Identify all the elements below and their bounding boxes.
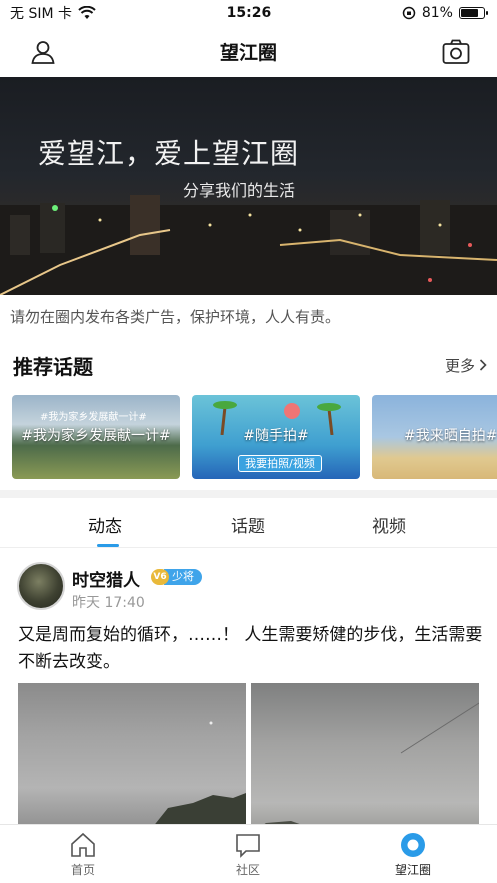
tab-shipin[interactable]: 视频 bbox=[372, 512, 406, 537]
orientation-lock-icon bbox=[402, 6, 416, 20]
status-bar: 无 SIM 卡 15:26 81% bbox=[0, 0, 497, 26]
circle-icon bbox=[401, 833, 425, 857]
post-photo[interactable] bbox=[251, 683, 479, 833]
nav-bar: 望江圈 bbox=[0, 26, 497, 76]
tabbar-label: 首页 bbox=[70, 863, 95, 877]
topics-title: 推荐话题 bbox=[13, 354, 93, 379]
status-left: 无 SIM 卡 bbox=[10, 3, 96, 23]
tabbar-label: 社区 bbox=[235, 863, 260, 877]
topic-card[interactable]: #随手拍# 我要拍照/视频 bbox=[192, 395, 360, 479]
tabbar-item-home[interactable]: 首页 bbox=[48, 831, 118, 878]
level-badge: V6 bbox=[151, 569, 169, 585]
tab-huati[interactable]: 话题 bbox=[231, 512, 265, 537]
feed-tabs: 动态 话题 视频 bbox=[0, 500, 497, 548]
carrier-label: 无 SIM 卡 bbox=[10, 6, 72, 22]
avatar[interactable] bbox=[17, 562, 65, 610]
home-icon bbox=[71, 832, 95, 857]
rank-badge: 少将 bbox=[164, 569, 202, 585]
bottom-tab-bar: 首页 社区 望江圈 bbox=[0, 824, 497, 883]
banner-subtitle: 分享我们的生活 bbox=[183, 181, 296, 200]
topic-label: #我为家乡发展献一计# bbox=[21, 428, 171, 444]
wifi-icon bbox=[78, 6, 96, 19]
chat-icon bbox=[236, 834, 260, 858]
section-divider bbox=[0, 490, 497, 498]
topics-header: 推荐话题 更多 bbox=[13, 350, 487, 380]
banner[interactable]: 爱望江，爱上望江圈 分享我们的生活 bbox=[0, 77, 497, 295]
more-link[interactable]: 更多 bbox=[445, 355, 487, 376]
tabbar-label: 望江圈 bbox=[394, 863, 431, 877]
post-card[interactable]: 时空猎人 少将 V6 昨天 17:40 又是周而复始的循环，……！ 人生需要矫健… bbox=[0, 550, 497, 833]
tabbar-item-circle[interactable]: 望江圈 bbox=[378, 831, 448, 878]
topic-tag: #我为家乡发展献一计# bbox=[40, 412, 147, 423]
topic-card[interactable]: #我来晒自拍# bbox=[372, 395, 497, 479]
user-icon[interactable] bbox=[30, 39, 56, 65]
topic-card[interactable]: #我为家乡发展献一计# #我为家乡发展献一计# bbox=[12, 395, 180, 479]
battery-percent: 81% bbox=[421, 5, 453, 21]
tab-dongtai[interactable]: 动态 bbox=[88, 512, 122, 537]
topics-carousel[interactable]: #我为家乡发展献一计# #我为家乡发展献一计# #随手拍# 我要拍照/视频 #我… bbox=[12, 395, 497, 479]
post-text: 又是周而复始的循环，……！ 人生需要矫健的步伐，生活需要不断去改变。 bbox=[18, 625, 483, 672]
topic-badge: 我要拍照/视频 bbox=[238, 455, 322, 472]
topic-label: #我来晒自拍# bbox=[404, 428, 497, 444]
photo-scene bbox=[251, 702, 479, 833]
status-time: 15:26 bbox=[226, 5, 272, 21]
page-title: 望江圈 bbox=[219, 41, 277, 64]
topic-label: #随手拍# bbox=[243, 428, 309, 444]
battery-icon bbox=[458, 7, 488, 19]
city-skyline-image bbox=[0, 195, 497, 295]
chevron-right-icon bbox=[479, 359, 487, 371]
camera-icon[interactable] bbox=[442, 39, 470, 65]
more-label: 更多 bbox=[444, 356, 475, 375]
tabbar-item-community[interactable]: 社区 bbox=[213, 831, 283, 878]
banner-title: 爱望江，爱上望江圈 bbox=[38, 137, 300, 170]
status-right: 81% bbox=[402, 5, 488, 21]
photo-scene bbox=[148, 721, 246, 833]
post-photo[interactable] bbox=[18, 683, 246, 833]
active-tab-indicator bbox=[97, 544, 119, 547]
author-name[interactable]: 时空猎人 bbox=[72, 566, 140, 591]
battery-fill bbox=[460, 9, 478, 17]
post-time: 昨天 17:40 bbox=[72, 595, 145, 611]
notice-text: 请勿在圈内发布各类广告，保护环境，人人有责。 bbox=[10, 308, 341, 326]
